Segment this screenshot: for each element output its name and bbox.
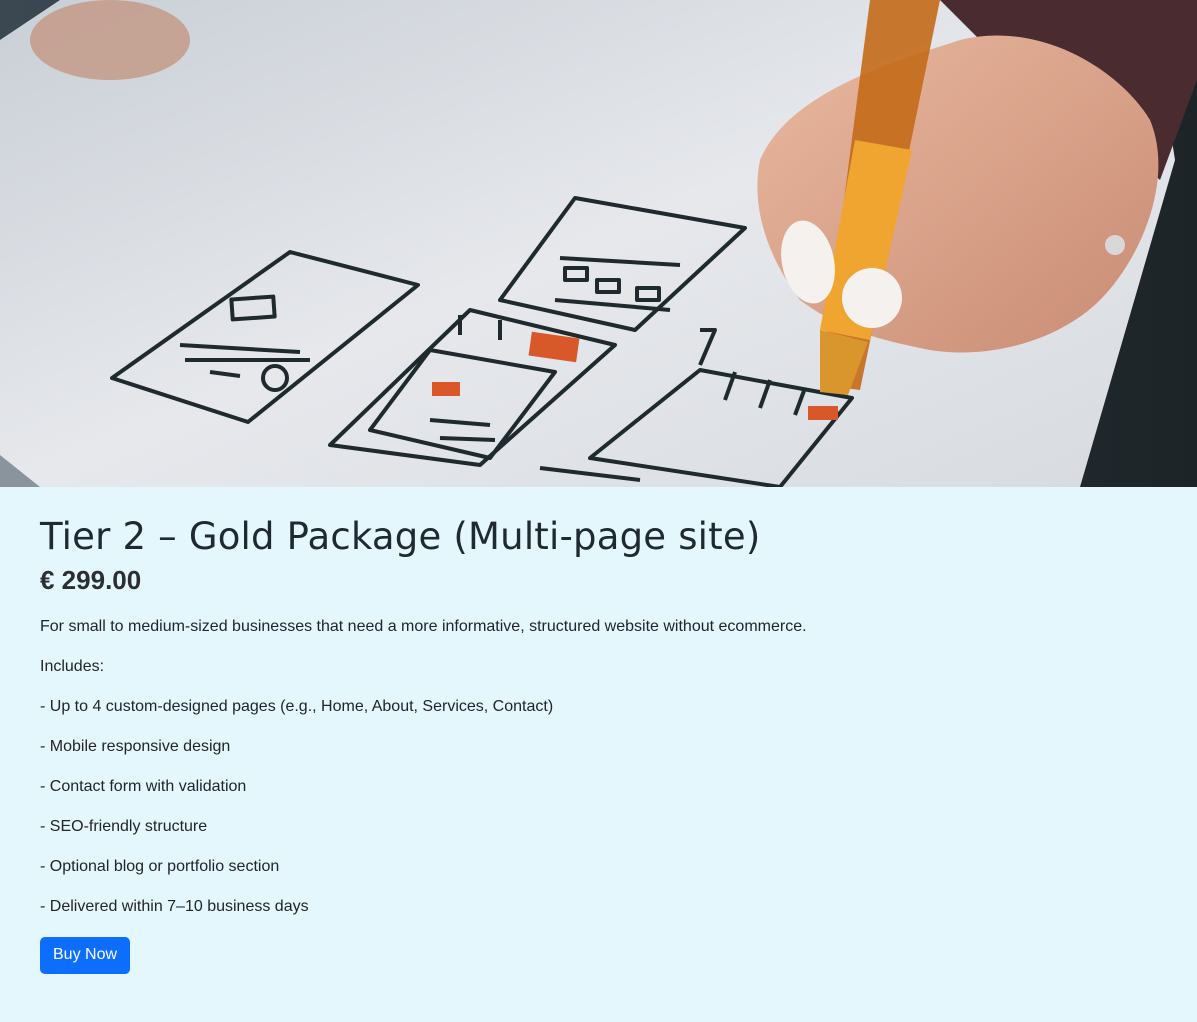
feature-item: - Optional blog or portfolio section — [40, 858, 280, 875]
feature-item: - Mobile responsive design — [40, 738, 231, 755]
feature-item: - Contact form with validation — [40, 778, 247, 795]
feature-item: - Delivered within 7–10 business days — [40, 898, 309, 915]
buy-now-button[interactable]: Buy Now — [40, 937, 131, 974]
feature-item: - SEO-friendly structure — [40, 818, 208, 835]
product-details: Tier 2 – Gold Package (Multi-page site) … — [0, 487, 1197, 974]
product-description: For small to medium-sized businesses tha… — [40, 618, 807, 635]
includes-label: Includes: — [40, 658, 105, 675]
hero-image — [0, 0, 1197, 487]
feature-item: - Up to 4 custom-designed pages (e.g., H… — [40, 698, 554, 715]
product-title: Tier 2 – Gold Package (Multi-page site) — [40, 515, 761, 558]
product-price: € 299.00 — [40, 565, 142, 595]
